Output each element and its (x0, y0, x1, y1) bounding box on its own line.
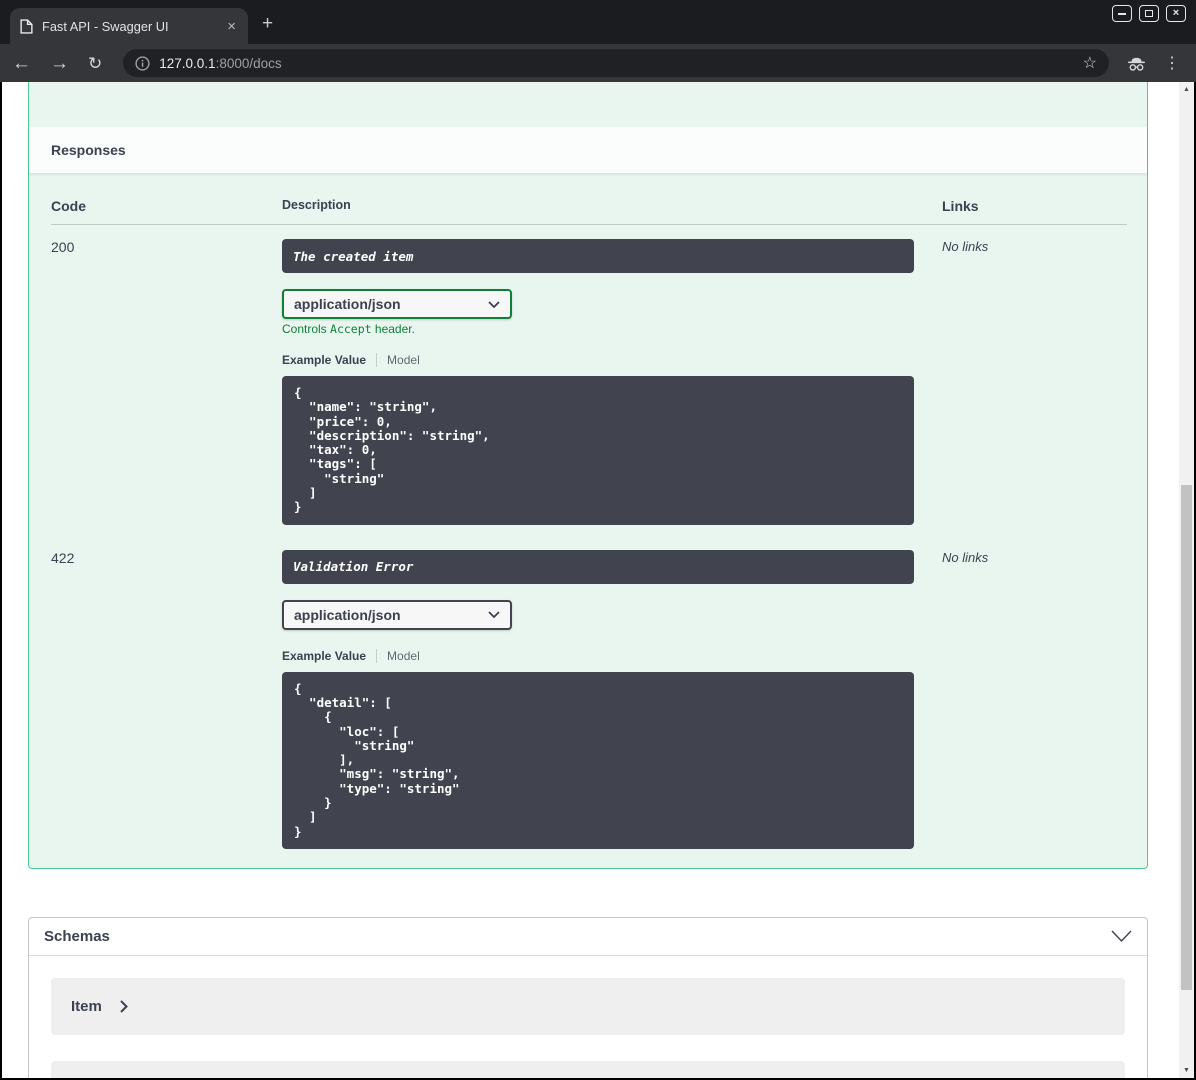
tab-model[interactable]: Model (387, 353, 420, 367)
reload-icon[interactable]: ↻ (88, 54, 102, 73)
url-bar[interactable]: 127.0.0.1:8000/docs ☆ (123, 49, 1109, 77)
url-text: 127.0.0.1:8000/docs (159, 56, 281, 71)
response-links: No links (942, 549, 989, 565)
response-description-box: Validation Error (282, 549, 914, 584)
url-host: 127.0.0.1 (159, 55, 216, 71)
schemas-title: Schemas (44, 927, 110, 945)
chevron-down-icon[interactable] (1111, 930, 1132, 943)
responses-section-header: Responses (29, 127, 1147, 174)
minimize-button[interactable] (1112, 5, 1132, 22)
responses-table-header: Code Description Links (51, 198, 1127, 225)
browser-toolbar: ← → ↻ 127.0.0.1:8000/docs ☆ ⋮ (0, 44, 1196, 82)
media-type-value: application/json (294, 606, 401, 623)
incognito-icon (1128, 57, 1145, 71)
browser-tab[interactable]: Fast API - Swagger UI × (10, 8, 248, 44)
page-content: Responses Code Description Links 200 The… (2, 82, 1179, 1078)
tab-example-value[interactable]: Example Value (282, 649, 366, 663)
back-icon[interactable]: ← (12, 54, 31, 73)
accept-header-note: Controls Accept header. (282, 322, 914, 336)
header-links: Links (942, 198, 979, 214)
media-type-select[interactable]: application/json (282, 289, 512, 319)
responses-table: Code Description Links 200 The created i… (29, 174, 1147, 868)
tab-model[interactable]: Model (387, 649, 420, 663)
scrollbar-thumb[interactable] (1181, 485, 1192, 990)
response-description-col: The created item application/json Contro… (282, 239, 914, 525)
url-path: :8000/docs (215, 55, 282, 71)
schemas-body: Item ValidationError (29, 956, 1147, 1078)
response-description-text: The created item (293, 248, 414, 264)
site-info-icon[interactable] (135, 55, 150, 71)
response-links: No links (942, 239, 989, 254)
response-code: 200 (51, 239, 75, 255)
opblock-body-spacer (29, 82, 1147, 127)
model-name: Item (71, 997, 102, 1015)
model-card-item[interactable]: Item (51, 977, 1125, 1035)
titlebar: Fast API - Swagger UI × + × (0, 0, 1196, 44)
minimize-icon (1118, 12, 1126, 15)
example-json-422: { "detail": [ { "loc": [ "string" ], "ms… (282, 671, 914, 849)
tab-separator (376, 648, 378, 663)
maximize-icon (1145, 10, 1153, 17)
scrollbar-down-icon[interactable]: ▼ (1179, 1063, 1194, 1078)
tab-separator (376, 353, 378, 367)
page-favicon-icon (20, 18, 33, 34)
chevron-down-icon (488, 300, 500, 308)
close-button[interactable]: × (1166, 5, 1186, 22)
response-row-200: 200 The created item application/json Co… (51, 225, 1127, 525)
tab-close-icon[interactable]: × (225, 19, 238, 34)
accept-note-prefix: Controls (282, 322, 331, 336)
header-code: Code (51, 198, 86, 214)
browser-menu-icon[interactable]: ⋮ (1164, 53, 1180, 73)
header-description: Description (282, 198, 351, 212)
schemas-section: Schemas Item ValidationError (28, 916, 1148, 1078)
forward-icon[interactable]: → (50, 54, 69, 73)
response-description-col: Validation Error application/json Exampl… (282, 549, 914, 849)
schemas-header[interactable]: Schemas (29, 918, 1147, 956)
response-code: 422 (51, 549, 75, 566)
chevron-down-icon (488, 611, 500, 619)
scrollbar-up-icon[interactable]: ▲ (1179, 82, 1194, 97)
response-description-box: The created item (282, 239, 914, 273)
model-card-validationerror[interactable]: ValidationError (51, 1060, 1125, 1078)
media-type-select[interactable]: application/json (282, 599, 512, 630)
accept-note-suffix: header. (371, 322, 415, 336)
response-row-422: 422 Validation Error application/json Ex… (51, 536, 1127, 849)
maximize-button[interactable] (1139, 5, 1159, 22)
browser-window: Fast API - Swagger UI × + × ← → ↻ 127.0.… (0, 0, 1196, 1080)
example-model-tabs: Example Value Model (282, 353, 914, 367)
close-icon: × (1172, 7, 1180, 19)
media-type-value: application/json (294, 296, 401, 312)
bookmark-star-icon[interactable]: ☆ (1083, 53, 1097, 73)
page-scrollbar[interactable]: ▲ ▼ (1179, 82, 1194, 1078)
responses-title: Responses (51, 142, 126, 158)
example-json-200: { "name": "string", "price": 0, "descrip… (282, 376, 914, 525)
tab-title: Fast API - Swagger UI (42, 18, 169, 34)
opblock-post: Responses Code Description Links 200 The… (28, 82, 1148, 869)
example-model-tabs: Example Value Model (282, 648, 914, 663)
window-controls: × (1112, 5, 1186, 22)
chevron-right-icon (120, 1000, 128, 1013)
tab-example-value[interactable]: Example Value (282, 353, 366, 367)
response-description-text: Validation Error (293, 559, 414, 575)
accept-note-code: Accept (330, 322, 372, 336)
new-tab-button[interactable]: + (262, 13, 273, 35)
